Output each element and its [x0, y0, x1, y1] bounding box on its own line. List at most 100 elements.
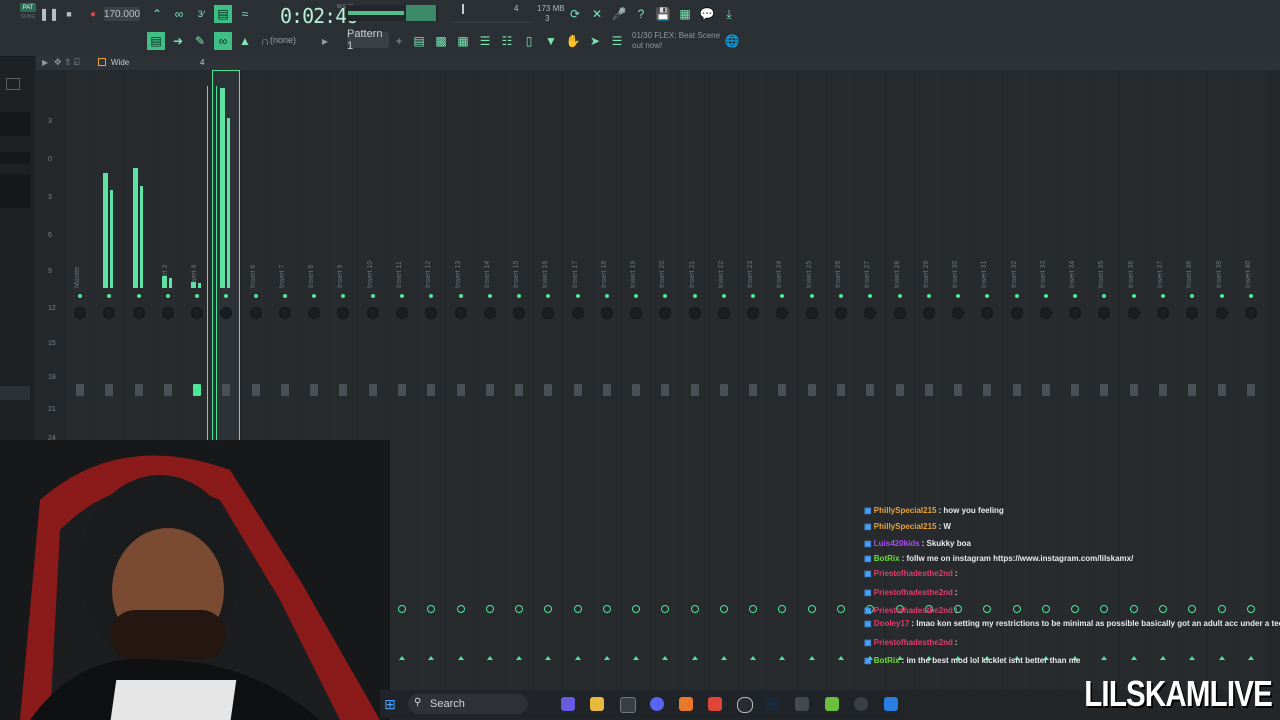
mixer-strip[interactable]: Insert 17	[564, 70, 592, 690]
obs-icon[interactable]	[737, 697, 753, 713]
volume-fader[interactable]	[427, 384, 435, 396]
pan-knob[interactable]	[602, 308, 612, 318]
pan-knob[interactable]	[338, 308, 348, 318]
volume-fader[interactable]	[486, 384, 494, 396]
pan-led[interactable]	[166, 294, 170, 298]
browser-item[interactable]	[0, 386, 30, 400]
mixer-strip[interactable]: Insert 12	[417, 70, 445, 690]
send-knob[interactable]	[837, 605, 845, 613]
volume-fader[interactable]	[339, 384, 347, 396]
pan-led[interactable]	[312, 294, 316, 298]
volume-fader[interactable]	[193, 384, 201, 396]
route-arrow-icon[interactable]	[692, 656, 698, 660]
volume-fader[interactable]	[1159, 384, 1167, 396]
globe-icon[interactable]: 🌐	[725, 34, 740, 48]
volume-fader[interactable]	[1218, 384, 1226, 396]
pan-led[interactable]	[1190, 294, 1194, 298]
channel-rack-icon[interactable]: ▩	[434, 34, 448, 48]
add-pattern-icon[interactable]: +	[392, 34, 406, 48]
volume-fader[interactable]	[1042, 384, 1050, 396]
volume-fader[interactable]	[896, 384, 904, 396]
pan-led[interactable]	[459, 294, 463, 298]
send-knob[interactable]	[720, 605, 728, 613]
pan-led[interactable]	[634, 294, 638, 298]
volume-fader[interactable]	[457, 384, 465, 396]
pan-knob[interactable]	[485, 308, 495, 318]
volume-fader[interactable]	[310, 384, 318, 396]
volume-fader[interactable]	[603, 384, 611, 396]
pan-knob[interactable]	[368, 308, 378, 318]
pan-knob[interactable]	[924, 308, 934, 318]
volume-fader[interactable]	[135, 384, 143, 396]
chat-icon[interactable]: 💬	[700, 7, 715, 21]
steam-icon[interactable]	[766, 697, 780, 711]
windows-start-icon[interactable]: ⊞	[382, 696, 398, 712]
pan-knob[interactable]	[134, 308, 144, 318]
route-arrow-icon[interactable]	[428, 656, 434, 660]
pan-led[interactable]	[663, 294, 667, 298]
mixer-strip[interactable]: Insert 25	[798, 70, 826, 690]
step-edit-icon[interactable]: ▤	[214, 5, 232, 23]
plug-icon[interactable]: ▼	[544, 34, 558, 48]
volume-fader[interactable]	[661, 384, 669, 396]
playlist-icon[interactable]: ▤	[412, 34, 426, 48]
game-icon[interactable]	[825, 697, 839, 711]
pan-led[interactable]	[283, 294, 287, 298]
send-knob[interactable]	[808, 605, 816, 613]
brave-icon[interactable]	[708, 697, 722, 711]
browser-item[interactable]	[0, 152, 30, 164]
pan-knob[interactable]	[1246, 308, 1256, 318]
app-blue-icon[interactable]	[884, 697, 898, 711]
browser-item[interactable]	[0, 174, 30, 208]
volume-fader[interactable]	[720, 384, 728, 396]
route-arrow-icon[interactable]	[545, 656, 551, 660]
blend-notes-icon[interactable]: ≈	[238, 7, 252, 21]
volume-fader[interactable]	[808, 384, 816, 396]
pan-led[interactable]	[605, 294, 609, 298]
pan-knob[interactable]	[690, 308, 700, 318]
pan-knob[interactable]	[1099, 308, 1109, 318]
pan-led[interactable]	[341, 294, 345, 298]
volume-fader[interactable]	[1013, 384, 1021, 396]
route-arrow-icon[interactable]	[809, 656, 815, 660]
route-arrow-icon[interactable]	[838, 656, 844, 660]
mixer-strip[interactable]: Insert 23	[739, 70, 767, 690]
send-knob[interactable]	[427, 605, 435, 613]
route-arrow-icon[interactable]	[458, 656, 464, 660]
record-icon[interactable]: ●	[86, 7, 100, 21]
pan-knob[interactable]	[660, 308, 670, 318]
pat-mode-button[interactable]: PAT	[20, 3, 36, 12]
mixer-view-label[interactable]: Wide	[111, 58, 129, 67]
pan-knob[interactable]	[1217, 308, 1227, 318]
volume-fader[interactable]	[1188, 384, 1196, 396]
pan-knob[interactable]	[1129, 308, 1139, 318]
pan-led[interactable]	[722, 294, 726, 298]
volume-fader[interactable]	[544, 384, 552, 396]
snap-selector[interactable]: (none)	[270, 35, 296, 45]
pan-led[interactable]	[810, 294, 814, 298]
fl-studio-icon[interactable]	[679, 697, 693, 711]
save-icon[interactable]: 💾	[656, 7, 671, 21]
pan-led[interactable]	[195, 294, 199, 298]
pan-knob[interactable]	[1012, 308, 1022, 318]
mixer-strip[interactable]: Insert 15	[505, 70, 533, 690]
route-arrow-icon[interactable]	[633, 656, 639, 660]
piano-roll-icon[interactable]: ▦	[456, 34, 470, 48]
send-knob[interactable]	[457, 605, 465, 613]
help-icon[interactable]: ?	[634, 7, 648, 21]
pan-led[interactable]	[1044, 294, 1048, 298]
mixer-strip[interactable]: Insert 24	[768, 70, 796, 690]
pan-led[interactable]	[107, 294, 111, 298]
route-arrow-icon[interactable]	[662, 656, 668, 660]
send-knob[interactable]	[398, 605, 406, 613]
metronome-icon[interactable]: ⌃	[150, 7, 164, 21]
pan-led[interactable]	[1220, 294, 1224, 298]
pan-knob[interactable]	[75, 308, 85, 318]
pan-led[interactable]	[751, 294, 755, 298]
route-arrow-icon[interactable]	[721, 656, 727, 660]
route-arrow-icon[interactable]	[516, 656, 522, 660]
volume-fader[interactable]	[925, 384, 933, 396]
play-pattern-icon[interactable]: ▶	[318, 34, 332, 48]
pan-knob[interactable]	[631, 308, 641, 318]
volume-fader[interactable]	[1247, 384, 1255, 396]
